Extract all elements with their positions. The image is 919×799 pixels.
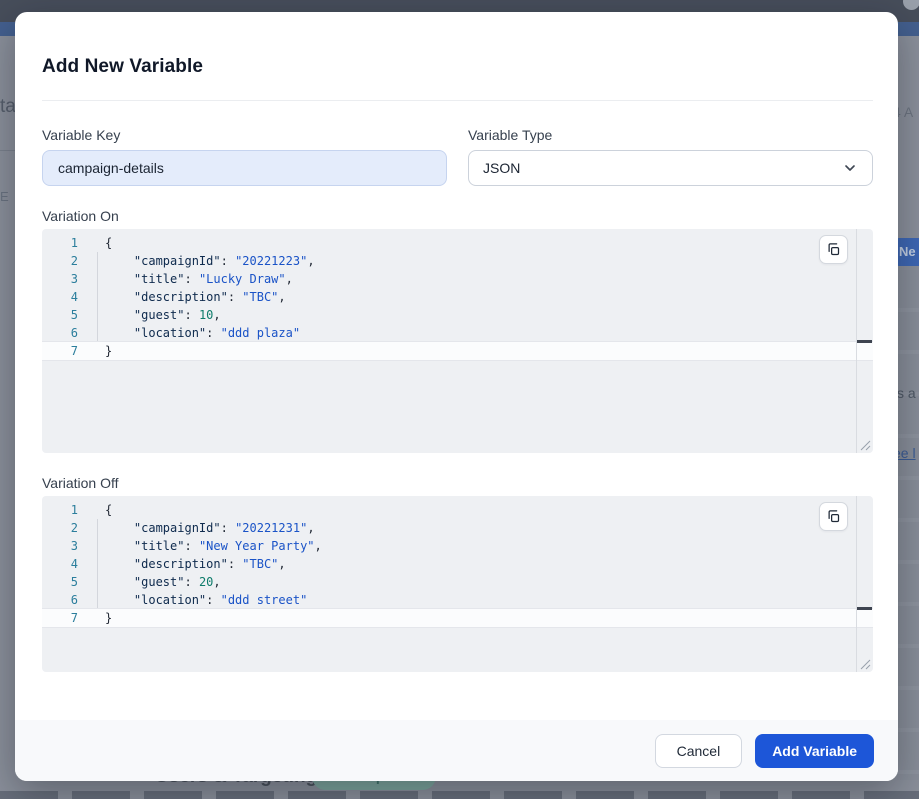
variable-key-label: Variable Key	[42, 127, 447, 143]
variable-form-row: Variable Key Variable Type JSON	[42, 127, 873, 186]
copy-icon	[826, 242, 841, 257]
variable-key-input[interactable]	[42, 150, 447, 186]
line-number: 1	[42, 501, 78, 519]
code-lines[interactable]: 1{2 "campaignId": "20221223",3 "title": …	[42, 229, 873, 453]
scrollbar-cursor-mark	[857, 340, 872, 343]
variable-key-field: Variable Key	[42, 127, 447, 186]
line-number: 7	[42, 609, 78, 627]
add-variable-modal: Add New Variable Variable Key Variable T…	[15, 12, 898, 781]
code-line[interactable]: 4 "description": "TBC",	[42, 555, 873, 573]
background-text-fragment: E	[0, 189, 9, 204]
background-table-rows	[897, 270, 919, 780]
variation-on-section: Variation On 1{2 "campaignId": "20221223…	[42, 208, 873, 453]
variable-type-value: JSON	[483, 160, 520, 176]
line-number: 5	[42, 573, 78, 591]
code-line[interactable]: 3 "title": "New Year Party",	[42, 537, 873, 555]
variation-off-editor[interactable]: 1{2 "campaignId": "20221231",3 "title": …	[42, 496, 873, 672]
copy-icon	[826, 509, 841, 524]
code-line[interactable]: 3 "title": "Lucky Draw",	[42, 270, 873, 288]
code-line[interactable]: 4 "description": "TBC",	[42, 288, 873, 306]
line-number: 3	[42, 537, 78, 555]
line-number: 2	[42, 519, 78, 537]
resize-handle-icon[interactable]	[860, 440, 871, 451]
code-line[interactable]: 6 "location": "ddd plaza"	[42, 324, 873, 342]
code-line[interactable]: 6 "location": "ddd street"	[42, 591, 873, 609]
background-text-fragment: s a	[897, 385, 916, 401]
background-table-strip	[0, 791, 919, 799]
line-number: 1	[42, 234, 78, 252]
line-number: 2	[42, 252, 78, 270]
line-number: 4	[42, 555, 78, 573]
line-number: 3	[42, 270, 78, 288]
variation-on-editor[interactable]: 1{2 "campaignId": "20221223",3 "title": …	[42, 229, 873, 453]
scrollbar-cursor-mark	[857, 607, 872, 610]
code-line[interactable]: 5 "guest": 20,	[42, 573, 873, 591]
background-divider	[0, 150, 16, 151]
code-line[interactable]: 2 "campaignId": "20221223",	[42, 252, 873, 270]
title-divider	[42, 100, 873, 101]
variation-off-label: Variation Off	[42, 475, 873, 491]
copy-button[interactable]	[819, 502, 848, 531]
line-number: 7	[42, 342, 78, 360]
variable-type-select[interactable]: JSON	[468, 150, 873, 186]
code-line[interactable]: 2 "campaignId": "20221231",	[42, 519, 873, 537]
modal-title: Add New Variable	[42, 56, 873, 78]
code-line[interactable]: 7}	[42, 609, 873, 627]
code-line[interactable]: 5 "guest": 10,	[42, 306, 873, 324]
variation-on-label: Variation On	[42, 208, 873, 224]
scrollbar-track[interactable]	[856, 496, 857, 672]
variable-type-field: Variable Type JSON	[468, 127, 873, 186]
code-lines[interactable]: 1{2 "campaignId": "20221231",3 "title": …	[42, 496, 873, 672]
add-variable-button[interactable]: Add Variable	[755, 734, 874, 768]
line-number: 6	[42, 591, 78, 609]
code-line[interactable]: 1{	[42, 234, 873, 252]
background-new-button: Ne	[895, 238, 919, 266]
line-number: 4	[42, 288, 78, 306]
line-number: 5	[42, 306, 78, 324]
variation-off-section: Variation Off 1{2 "campaignId": "2022123…	[42, 475, 873, 672]
code-line[interactable]: 7}	[42, 342, 873, 360]
modal-footer: Cancel Add Variable	[15, 720, 898, 781]
line-number: 6	[42, 324, 78, 342]
cancel-button[interactable]: Cancel	[655, 734, 743, 768]
variable-type-label: Variable Type	[468, 127, 873, 143]
copy-button[interactable]	[819, 235, 848, 264]
resize-handle-icon[interactable]	[860, 659, 871, 670]
code-line[interactable]: 1{	[42, 501, 873, 519]
chevron-down-icon	[842, 160, 858, 176]
